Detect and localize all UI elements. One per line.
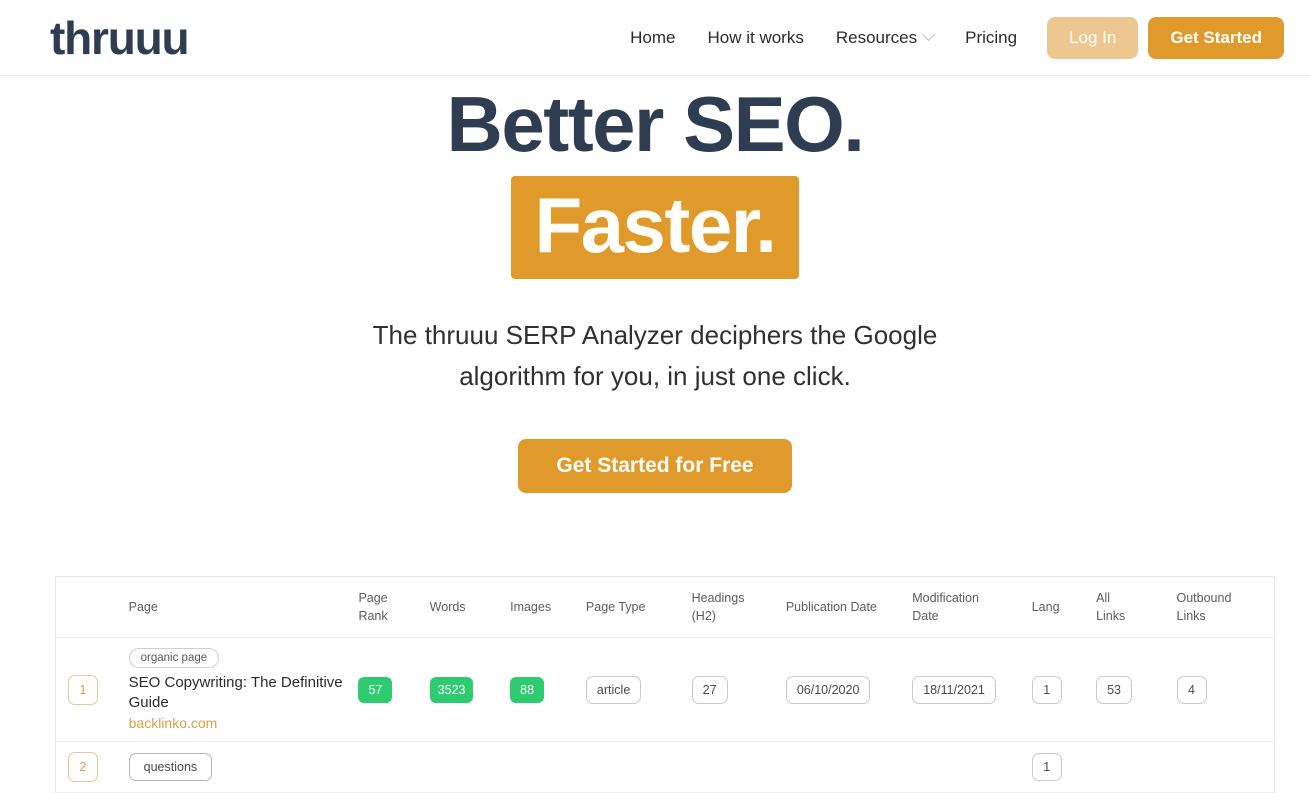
- cell-lang: 1: [1025, 741, 1091, 793]
- serp-table-body: 1 organic page SEO Copywriting: The Defi…: [56, 637, 1274, 793]
- col-header-headings-line2: (H2): [691, 609, 716, 624]
- table-row[interactable]: 1 organic page SEO Copywriting: The Defi…: [56, 637, 1274, 743]
- modification-date-value: 18/11/2021: [912, 675, 996, 704]
- col-header-headings-h2: Headings (H2): [685, 577, 780, 639]
- col-header-all-links: All Links: [1090, 577, 1171, 639]
- col-header-page-rank-line2: Rank: [358, 609, 388, 624]
- cell-page-rank: 57: [352, 637, 424, 743]
- cell-all-links: 53: [1090, 637, 1171, 743]
- hero-headline-line2-wrap: Faster.: [0, 175, 1310, 280]
- images-badge: 88: [510, 676, 545, 703]
- hero-headline-line2: Faster.: [510, 175, 800, 280]
- cell-all-links: [1090, 741, 1171, 793]
- cell-page-rank: [352, 741, 424, 793]
- hero-subtitle-line1: The thruuu SERP Analyzer deciphers the G…: [372, 320, 938, 351]
- cell-modification-date: [906, 741, 1026, 793]
- col-header-modification-date: Modification Date: [906, 577, 1026, 639]
- nav-item-resources[interactable]: Resources: [820, 28, 949, 48]
- main-navigation: Home How it works Resources Pricing Log …: [614, 16, 1284, 59]
- questions-tag: questions: [128, 753, 213, 782]
- page-title[interactable]: SEO Copywriting: The Definitive Guide: [129, 673, 347, 713]
- all-links-value: 53: [1096, 675, 1132, 704]
- col-header-publication-date: Publication Date: [779, 577, 907, 639]
- page-domain-link[interactable]: backlinko.com: [129, 715, 347, 731]
- col-header-page: Page: [122, 577, 353, 639]
- lang-value: 1: [1031, 675, 1062, 704]
- page-rank-badge: 57: [358, 676, 393, 703]
- col-header-outbound-line2: Links: [1176, 609, 1206, 624]
- cell-page: organic page SEO Copywriting: The Defini…: [122, 637, 353, 743]
- col-header-words: Words: [423, 577, 505, 639]
- cell-page-type: [579, 741, 686, 793]
- serp-table-head: Page Page Rank Words Images Page Type He…: [56, 577, 1274, 639]
- site-logo[interactable]: thruuu: [50, 15, 190, 61]
- rank-badge: 2: [68, 752, 98, 783]
- table-row[interactable]: 2 questions 1: [56, 741, 1274, 793]
- col-header-images: Images: [504, 577, 580, 639]
- nav-item-label: Resources: [835, 27, 918, 47]
- log-in-button[interactable]: Log In: [1047, 16, 1139, 59]
- col-header-lang: Lang: [1025, 577, 1091, 639]
- hero-section: Better SEO. Faster. The thruuu SERP Anal…: [0, 76, 1310, 494]
- cell-images: 88: [504, 637, 580, 743]
- table-header-row: Page Page Rank Words Images Page Type He…: [56, 577, 1274, 639]
- col-header-all-links-line1: All: [1096, 591, 1110, 605]
- cell-modification-date: 18/11/2021: [906, 637, 1026, 743]
- cell-page-type: article: [579, 637, 686, 743]
- cell-publication-date: [779, 741, 907, 793]
- lang-value: 1: [1031, 753, 1062, 782]
- cell-publication-date: 06/10/2020: [779, 637, 907, 743]
- col-header-outbound-line1: Outbound: [1176, 591, 1232, 605]
- col-header-outbound-links: Outbound Links: [1170, 577, 1274, 639]
- rank-badge: 1: [68, 674, 98, 705]
- nav-item-home[interactable]: Home: [614, 28, 691, 48]
- cell-headings-h2: 27: [685, 637, 780, 743]
- col-header-modification-line2: Date: [912, 609, 939, 624]
- headings-h2-value: 27: [691, 675, 728, 704]
- words-badge: 3523: [429, 676, 474, 703]
- serp-table-card: Page Page Rank Words Images Page Type He…: [55, 576, 1275, 793]
- hero-headline-line1: Better SEO.: [446, 80, 865, 168]
- hero-subtitle: The thruuu SERP Analyzer deciphers the G…: [0, 315, 1310, 397]
- get-started-button[interactable]: Get Started: [1148, 16, 1284, 59]
- col-header-modification-line1: Modification: [912, 591, 979, 605]
- col-header-page-rank: Page Rank: [352, 577, 424, 639]
- nav-item-label: How it works: [707, 27, 804, 47]
- cell-images: [504, 741, 580, 793]
- hero-cta-wrap: Get Started for Free: [0, 439, 1310, 494]
- serp-table: Page Page Rank Words Images Page Type He…: [56, 577, 1274, 793]
- col-header-all-links-line2: Links: [1096, 609, 1126, 624]
- cell-outbound-links: 4: [1170, 637, 1274, 743]
- cell-outbound-links: [1170, 741, 1274, 793]
- chevron-down-icon: [922, 28, 935, 42]
- site-header: thruuu Home How it works Resources Prici…: [0, 0, 1310, 76]
- col-header-rank: [56, 577, 123, 639]
- col-header-headings-line1: Headings: [691, 591, 745, 605]
- page-type-value: article: [585, 675, 642, 704]
- cell-words: [423, 741, 505, 793]
- nav-item-how-it-works[interactable]: How it works: [692, 28, 820, 48]
- cell-page: questions: [122, 741, 353, 793]
- col-header-page-rank-line1: Page: [358, 591, 388, 605]
- get-started-for-free-button[interactable]: Get Started for Free: [518, 439, 792, 494]
- outbound-links-value: 4: [1176, 675, 1207, 704]
- cell-rank: 1: [56, 637, 123, 743]
- cell-lang: 1: [1025, 637, 1091, 743]
- nav-item-label: Home: [630, 27, 676, 47]
- cell-words: 3523: [423, 637, 505, 743]
- nav-item-pricing[interactable]: Pricing: [949, 28, 1033, 48]
- hero-subtitle-line2: algorithm for you, in just one click.: [459, 361, 851, 392]
- publication-date-value: 06/10/2020: [785, 675, 871, 704]
- col-header-page-type: Page Type: [579, 577, 686, 639]
- nav-item-label: Pricing: [965, 27, 1018, 47]
- cell-headings-h2: [685, 741, 780, 793]
- page-type-tag: organic page: [128, 648, 220, 669]
- cell-rank: 2: [56, 741, 123, 793]
